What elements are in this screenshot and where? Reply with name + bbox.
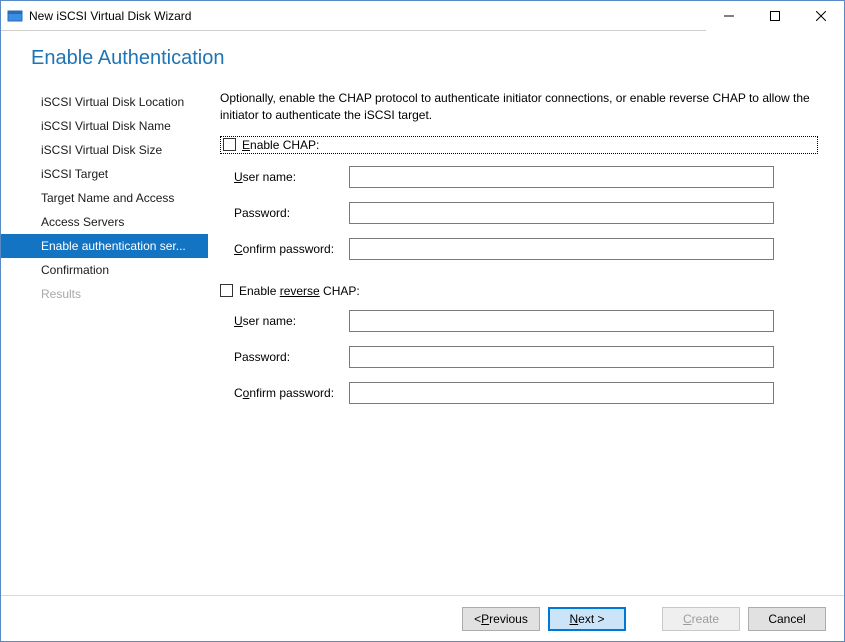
chap-user-input[interactable] <box>349 166 774 188</box>
sidebar-item-enable-auth[interactable]: Enable authentication ser... <box>1 234 208 258</box>
sidebar-item-location[interactable]: iSCSI Virtual Disk Location <box>1 90 208 114</box>
create-button: Create <box>662 607 740 631</box>
chap-password-label: Password: <box>234 206 349 220</box>
minimize-button[interactable] <box>706 1 752 31</box>
chap-confirm-label: Confirm password: <box>234 242 349 256</box>
title-bar: New iSCSI Virtual Disk Wizard <box>1 1 844 31</box>
page-title: Enable Authentication <box>31 47 814 70</box>
wizard-footer: < Previous Next > Create Cancel <box>1 595 844 641</box>
main-panel: Optionally, enable the CHAP protocol to … <box>208 82 844 595</box>
enable-chap-row[interactable]: Enable CHAP: <box>220 136 818 154</box>
page-description: Optionally, enable the CHAP protocol to … <box>220 90 820 124</box>
sidebar-item-target[interactable]: iSCSI Target <box>1 162 208 186</box>
window-controls <box>706 1 844 31</box>
reverse-confirm-label: Confirm password: <box>234 386 349 400</box>
reverse-confirm-input[interactable] <box>349 382 774 404</box>
reverse-password-input[interactable] <box>349 346 774 368</box>
enable-reverse-chap-label: Enable reverse CHAP: <box>239 284 360 298</box>
previous-button[interactable]: < Previous <box>462 607 540 631</box>
enable-reverse-chap-checkbox[interactable] <box>220 284 233 297</box>
reverse-user-label: User name: <box>234 314 349 328</box>
page-header: Enable Authentication <box>1 31 844 82</box>
wizard-steps-sidebar: iSCSI Virtual Disk Location iSCSI Virtua… <box>1 82 208 595</box>
enable-chap-label: Enable CHAP: <box>242 138 319 152</box>
close-button[interactable] <box>798 1 844 31</box>
chap-user-label: User name: <box>234 170 349 184</box>
window-title: New iSCSI Virtual Disk Wizard <box>29 9 706 23</box>
enable-reverse-chap-row[interactable]: Enable reverse CHAP: <box>220 284 820 298</box>
enable-chap-checkbox[interactable] <box>223 138 236 151</box>
sidebar-item-access-servers[interactable]: Access Servers <box>1 210 208 234</box>
reverse-user-input[interactable] <box>349 310 774 332</box>
sidebar-item-confirmation[interactable]: Confirmation <box>1 258 208 282</box>
app-icon <box>7 8 23 24</box>
sidebar-item-results: Results <box>1 282 208 306</box>
sidebar-item-name[interactable]: iSCSI Virtual Disk Name <box>1 114 208 138</box>
cancel-button[interactable]: Cancel <box>748 607 826 631</box>
sidebar-item-size[interactable]: iSCSI Virtual Disk Size <box>1 138 208 162</box>
reverse-password-label: Password: <box>234 350 349 364</box>
maximize-button[interactable] <box>752 1 798 31</box>
next-button[interactable]: Next > <box>548 607 626 631</box>
sidebar-item-target-name[interactable]: Target Name and Access <box>1 186 208 210</box>
chap-password-input[interactable] <box>349 202 774 224</box>
chap-confirm-input[interactable] <box>349 238 774 260</box>
